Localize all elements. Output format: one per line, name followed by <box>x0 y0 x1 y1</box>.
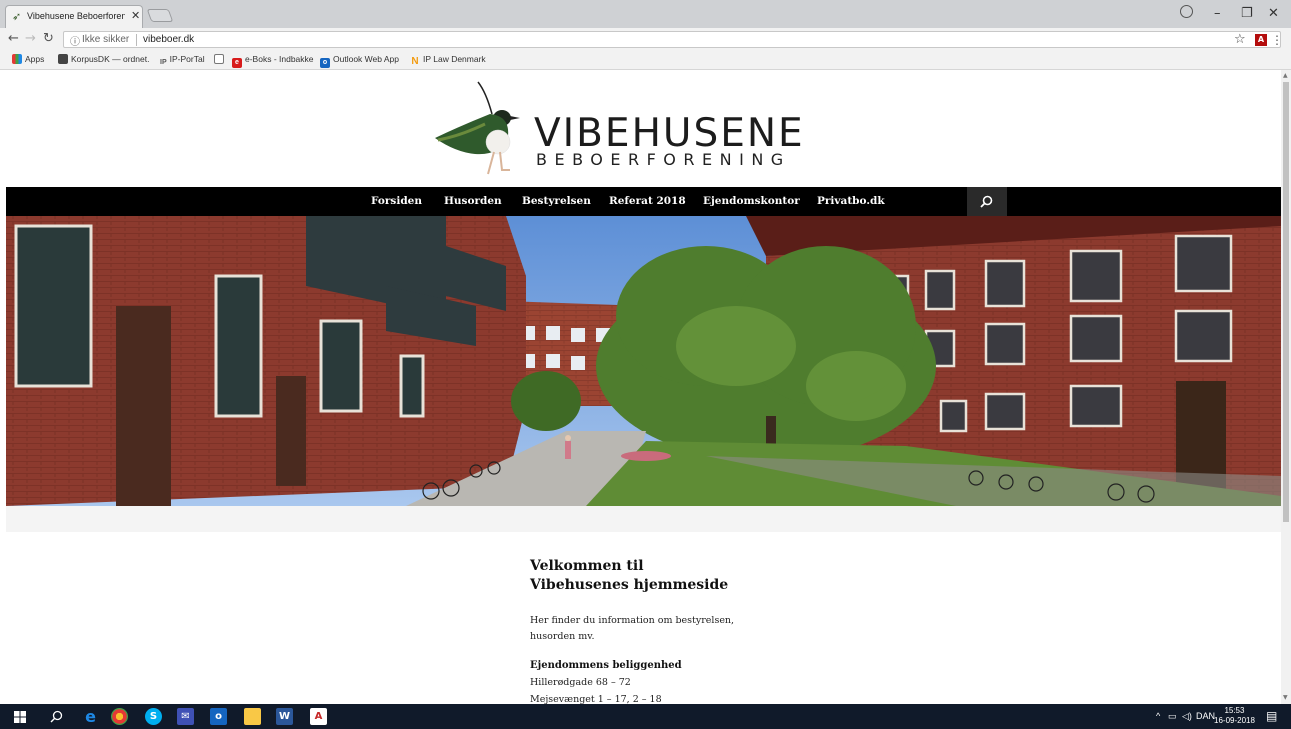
bookmark-ip-portal[interactable]: IP IP-PorTal <box>160 54 205 68</box>
bookmark-label: IP Law Denmark <box>423 54 486 64</box>
bookmark-label: KorpusDK — ordnet. <box>71 54 150 64</box>
nav-search-button[interactable] <box>967 187 1007 216</box>
nav-ejendomskontor[interactable]: Ejendomskontor <box>703 195 800 207</box>
welcome-line-2: Vibehusenes hjemmeside <box>530 577 729 593</box>
web-page: VIBEHUSENE BEBOERFORENING Forsiden Husor… <box>0 70 1281 704</box>
acrobat-icon[interactable]: A <box>310 708 327 725</box>
korpus-icon <box>58 54 68 64</box>
word-icon[interactable]: W <box>276 708 293 725</box>
bookmark-label: Outlook Web App <box>333 54 399 64</box>
network-icon[interactable]: ▭ <box>1168 711 1177 722</box>
location-address-2: Mejsevænget 1 – 17, 2 – 18 <box>530 694 662 704</box>
tray-chevron-icon[interactable]: ^ <box>1156 711 1160 721</box>
bookmark-apps[interactable]: Apps <box>12 54 44 64</box>
location-heading: Ejendommens beliggenhed <box>530 660 682 671</box>
bookmark-label: Apps <box>25 54 45 64</box>
nav-forsiden[interactable]: Forsiden <box>371 195 422 207</box>
bookmark-eboks[interactable]: e e-Boks - Indbakke <box>232 54 314 68</box>
search-icon <box>980 195 993 208</box>
content-top-strip <box>6 506 1281 532</box>
main-navigation: Forsiden Husorden Bestyrelsen Referat 20… <box>6 187 1281 216</box>
file-explorer-icon[interactable] <box>244 708 261 725</box>
ip-icon: IP <box>160 59 167 66</box>
url-text[interactable]: vibeboer.dk <box>143 34 194 45</box>
bookmark-outlook[interactable]: o Outlook Web App <box>320 54 399 68</box>
blank-page-icon <box>214 54 224 64</box>
skype-icon[interactable]: S <box>145 708 162 725</box>
not-secure-label: Ikke sikker <box>82 34 130 45</box>
nav-referat-2018[interactable]: Referat 2018 <box>609 195 686 207</box>
nav-bestyrelsen[interactable]: Bestyrelsen <box>522 195 591 207</box>
bird-favicon-icon: ➶ <box>12 10 22 23</box>
close-window-icon[interactable]: ✕ <box>1268 6 1279 21</box>
windows-taskbar: e S ✉ o W A ^ ▭ ◁) DAN 15:53 16-09-2018 … <box>0 704 1291 729</box>
nav-husorden[interactable]: Husorden <box>444 195 502 207</box>
outlook-app-icon[interactable]: ✉ <box>177 708 194 725</box>
tab-strip: ➶ Vibehusene Beboerforen ✕ – ❐ ✕ <box>0 0 1291 28</box>
volume-icon[interactable]: ◁) <box>1182 711 1192 722</box>
taskbar-clock[interactable]: 15:53 16-09-2018 <box>1214 706 1255 726</box>
address-bar[interactable]: ⓘ Ikke sikker vibeboer.dk ☆ A <box>63 31 1281 48</box>
language-indicator[interactable]: DAN <box>1196 711 1215 721</box>
action-center-icon[interactable]: ▤ <box>1266 709 1277 723</box>
minimize-icon[interactable]: – <box>1214 6 1221 21</box>
profile-icon[interactable] <box>1180 5 1193 18</box>
windows-start-icon[interactable] <box>14 711 26 723</box>
site-logo-subtitle: BEBOERFORENING <box>536 150 791 169</box>
lapwing-logo-icon[interactable] <box>430 78 530 178</box>
restore-icon[interactable]: ❐ <box>1241 6 1253 21</box>
intro-text: Her finder du information om bestyrelsen… <box>530 613 740 645</box>
browser-tab[interactable]: ➶ Vibehusene Beboerforen ✕ <box>5 5 143 28</box>
bookmark-label: e-Boks - Indbakke <box>245 54 314 64</box>
forward-arrow-icon[interactable]: → <box>25 31 36 46</box>
new-tab-button[interactable] <box>146 9 174 22</box>
bookmark-korpus[interactable]: KorpusDK — ordnet. <box>58 54 149 64</box>
apps-grid-icon <box>12 54 22 64</box>
info-icon[interactable]: ⓘ <box>70 33 80 48</box>
scroll-up-icon[interactable]: ▲ <box>1283 72 1288 79</box>
chrome-icon[interactable] <box>111 708 128 725</box>
courtyard-hero-image <box>6 216 1281 506</box>
browser-menu-icon[interactable]: ⋮ <box>1271 33 1283 47</box>
browser-toolbar: ← → ↻ ⓘ Ikke sikker vibeboer.dk ☆ A <box>0 28 1291 51</box>
back-arrow-icon[interactable]: ← <box>8 31 19 46</box>
tab-title: Vibehusene Beboerforen <box>27 11 125 21</box>
bookmark-star-icon[interactable]: ☆ <box>1234 32 1246 47</box>
intro-line-2: husorden mv. <box>530 631 595 642</box>
nav-privatbo[interactable]: Privatbo.dk <box>817 195 885 207</box>
outlook-icon: o <box>320 58 330 68</box>
close-tab-icon[interactable]: ✕ <box>131 9 140 22</box>
welcome-line-1: Velkommen til <box>530 558 644 574</box>
edge-icon[interactable]: e <box>82 708 99 725</box>
page-scrollbar[interactable]: ▲ ▼ <box>1281 70 1291 704</box>
reload-icon[interactable]: ↻ <box>43 31 54 46</box>
welcome-heading: Velkommen til Vibehusenes hjemmeside <box>530 557 728 595</box>
omnibox-separator <box>136 34 137 46</box>
bookmarks-bar: Apps KorpusDK — ordnet. IP IP-PorTal e e-B… <box>0 51 1291 70</box>
scroll-down-icon[interactable]: ▼ <box>1283 694 1288 701</box>
bookmark-label: IP-PorTal <box>169 54 205 64</box>
intro-line-1: Her finder du information om bestyrelsen… <box>530 615 735 626</box>
taskbar-search-icon[interactable] <box>50 710 63 723</box>
clock-time: 15:53 <box>1224 706 1245 715</box>
bookmark-iplaw[interactable]: N IP Law Denmark <box>410 54 486 67</box>
outlook-taskbar-icon[interactable]: o <box>210 708 227 725</box>
bookmark-blank[interactable] <box>214 54 227 64</box>
location-address-1: Hillerødgade 68 – 72 <box>530 677 631 688</box>
eboks-icon: e <box>232 58 242 68</box>
scroll-thumb[interactable] <box>1283 82 1289 522</box>
pdf-extension-icon[interactable]: A <box>1255 34 1267 46</box>
n-icon: N <box>411 56 419 67</box>
clock-date: 16-09-2018 <box>1214 716 1255 725</box>
